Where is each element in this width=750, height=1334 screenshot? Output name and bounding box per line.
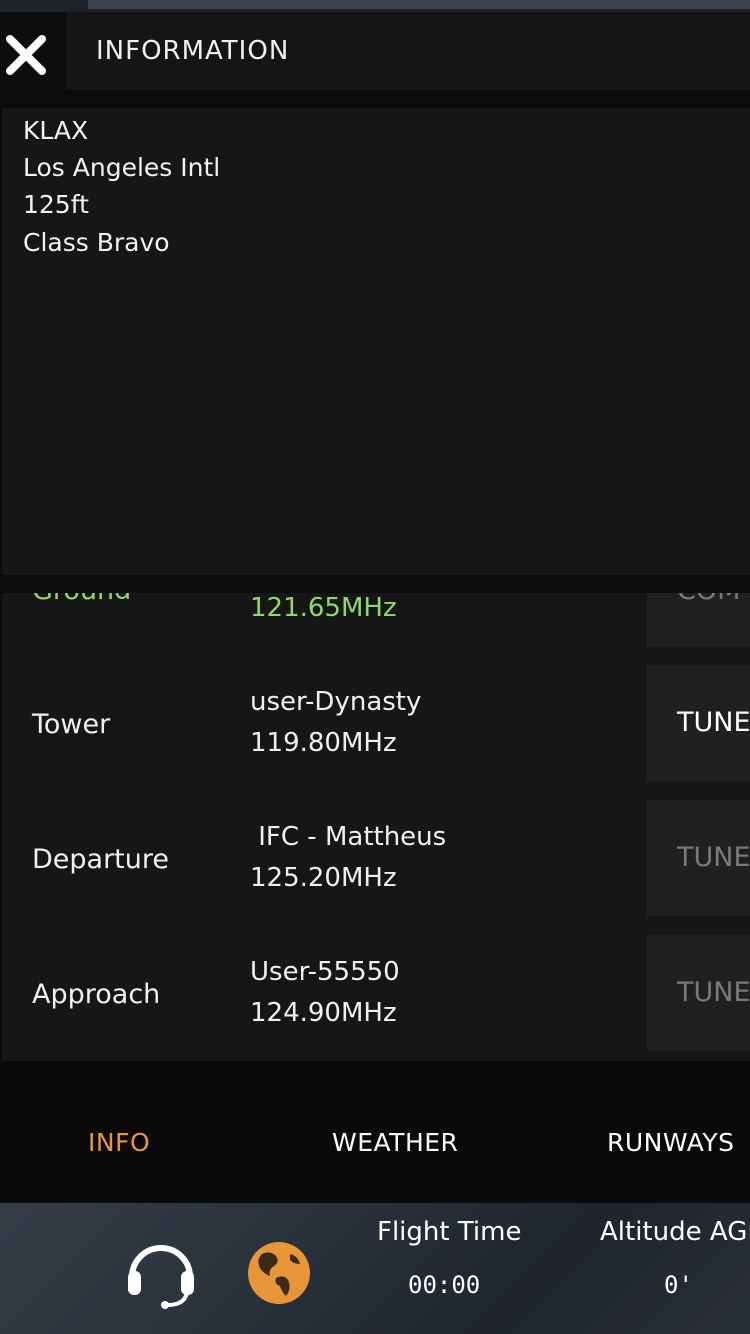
airport-icao: KLAX <box>23 116 89 145</box>
com-button[interactable]: COM <box>647 593 750 647</box>
row-frequency: 121.65MHz <box>250 593 397 623</box>
frequency-row-tower: Tower user-Dynasty 119.80MHz TUNE <box>2 665 750 783</box>
tab-runways[interactable]: RUNWAYS <box>607 1128 735 1157</box>
globe-icon[interactable] <box>246 1240 312 1306</box>
altitude-value: 0' <box>664 1271 693 1299</box>
altitude-label: Altitude AGL <box>600 1217 750 1247</box>
tune-button-departure[interactable]: TUNE <box>647 800 750 916</box>
page-title: INFORMATION <box>96 36 290 66</box>
headset-icon[interactable] <box>124 1233 198 1311</box>
airport-info-box: KLAX Los Angeles Intl 125ft Class Bravo <box>2 108 750 575</box>
tab-info[interactable]: INFO <box>88 1128 150 1157</box>
tune-button-label: TUNE <box>677 842 750 873</box>
airport-elevation: 125ft <box>23 190 89 219</box>
row-operator: user-Dynasty <box>250 687 422 717</box>
top-strip <box>0 0 750 12</box>
row-frequency: 124.90MHz <box>250 998 397 1028</box>
airport-class: Class Bravo <box>23 228 170 257</box>
com-button-label: COM <box>677 593 740 606</box>
tune-button-approach[interactable]: TUNE <box>647 935 750 1051</box>
tune-button-tower[interactable]: TUNE <box>647 665 750 781</box>
row-frequency: 119.80MHz <box>250 728 397 758</box>
status-bar: Flight Time 00:00 Altitude AGL 0' <box>0 1203 750 1334</box>
frequency-row-departure: Departure IFC - Mattheus 125.20MHz TUNE <box>2 800 750 918</box>
row-name: Departure <box>32 844 170 875</box>
frequency-row-ground: Ground 121.65MHz COM <box>2 593 750 649</box>
row-name: Approach <box>32 979 161 1010</box>
bottom-tab-bar: INFO WEATHER RUNWAYS <box>0 1062 750 1202</box>
tune-button-label: TUNE <box>677 707 750 738</box>
row-name: Tower <box>32 709 111 740</box>
row-frequency: 125.20MHz <box>250 863 397 893</box>
close-button[interactable] <box>0 12 66 90</box>
header: INFORMATION <box>0 12 750 90</box>
close-icon <box>6 35 46 75</box>
row-name: Ground <box>32 593 131 606</box>
flight-time-value: 00:00 <box>408 1271 481 1299</box>
frequency-list[interactable]: Ground 121.65MHz COM Tower user-Dynasty … <box>2 593 750 1061</box>
airport-name: Los Angeles Intl <box>23 153 221 182</box>
flight-time-label: Flight Time <box>377 1217 522 1247</box>
row-operator: IFC - Mattheus <box>250 822 447 852</box>
tune-button-label: TUNE <box>677 977 750 1008</box>
row-operator: User-55550 <box>250 957 400 987</box>
top-bar <box>88 0 750 9</box>
tab-weather[interactable]: WEATHER <box>332 1128 458 1157</box>
frequency-row-approach: Approach User-55550 124.90MHz TUNE <box>2 935 750 1053</box>
